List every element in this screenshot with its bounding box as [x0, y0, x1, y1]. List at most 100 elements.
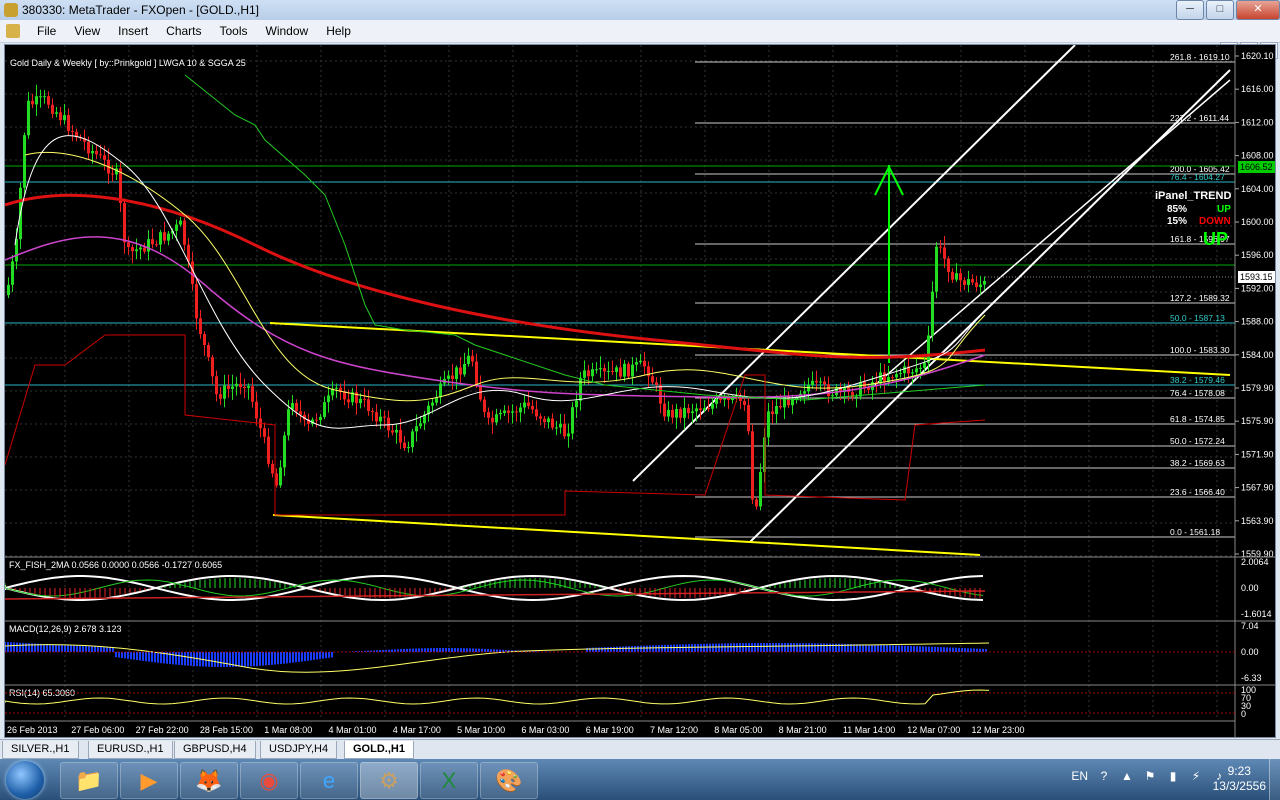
- candle-body: [319, 416, 322, 421]
- time-axis-label: 1 Mar 08:00: [264, 725, 312, 735]
- right-price-tag: 1606.52: [1240, 162, 1273, 172]
- candle-body: [111, 173, 114, 175]
- menu-window[interactable]: Window: [257, 24, 318, 38]
- candle-body: [227, 385, 230, 389]
- candle-body: [627, 363, 630, 377]
- price-axis-label: 1563.90: [1241, 516, 1274, 526]
- taskbar-paint-button[interactable]: 🎨: [480, 762, 538, 799]
- candle-body: [359, 398, 362, 404]
- clock-date: 13/3/2556: [1212, 779, 1266, 793]
- candle-body: [419, 423, 422, 427]
- candle-body: [691, 411, 694, 414]
- time-axis-label: 8 Mar 21:00: [779, 725, 827, 735]
- candle-body: [323, 402, 326, 417]
- taskbar: 📁 ▶ 🦊 ◉ e ⚙ X 🎨 EN ? ▲ ⚑ ▮ ⚡ ♪ 9:23 13/3/2556: [0, 759, 1280, 800]
- candle-body: [723, 398, 726, 400]
- candle-body: [831, 395, 834, 397]
- language-indicator[interactable]: EN: [1071, 769, 1088, 783]
- menu-charts[interactable]: Charts: [157, 24, 210, 38]
- window-title: 380330: MetaTrader - FXOpen - [GOLD.,H1]: [22, 3, 259, 17]
- fib-label: 23.6 - 1566.40: [1170, 487, 1225, 497]
- candle-body: [503, 410, 506, 414]
- indicator-label: MACD(12,26,9) 2.678 3.123: [9, 624, 122, 634]
- chart-window[interactable]: 261.8 - 1619.10 227.2 - 1611.44 200.0 - 16…: [4, 44, 1276, 738]
- price-axis-label: 1584.00: [1241, 350, 1274, 360]
- candle-body: [163, 232, 166, 241]
- chart-header-label: Gold Daily & Weekly [ by::Prinkgold ] LW…: [10, 58, 246, 68]
- tray-arrow-icon[interactable]: ▲: [1120, 769, 1134, 783]
- minimize-button[interactable]: ─: [1176, 0, 1204, 20]
- candle-body: [91, 150, 94, 154]
- maximize-button[interactable]: □: [1206, 0, 1234, 20]
- candle-body: [903, 366, 906, 374]
- help-icon[interactable]: ?: [1097, 769, 1111, 783]
- tab-gbpusd-h4[interactable]: GBPUSD,H4: [174, 741, 256, 759]
- fib-label: 100.0 - 1583.30: [1170, 345, 1230, 355]
- taskbar-media-player-button[interactable]: ▶: [120, 762, 178, 799]
- candle-body: [135, 249, 138, 252]
- menu-tools[interactable]: Tools: [211, 24, 257, 38]
- channel-upper-line: [632, 45, 1076, 482]
- tab-eurusd-h1[interactable]: EURUSD.,H1: [88, 741, 173, 759]
- menu-help[interactable]: Help: [317, 24, 360, 38]
- clock[interactable]: 9:23 13/3/2556: [1213, 764, 1266, 794]
- candle-body: [207, 345, 210, 358]
- taskbar-explorer-button[interactable]: 📁: [60, 762, 118, 799]
- candle-body: [543, 418, 546, 423]
- power-icon[interactable]: ⚡: [1189, 769, 1203, 783]
- taskbar-firefox-button[interactable]: 🦊: [180, 762, 238, 799]
- chart-document-icon[interactable]: [6, 24, 20, 38]
- candle-body: [159, 232, 162, 245]
- envelope-red-step: [5, 334, 986, 516]
- candle-body: [243, 387, 246, 389]
- tab-usdjpy-h4[interactable]: USDJPY,H4: [260, 741, 338, 759]
- ipanel-down-pct: 15%: [1167, 216, 1187, 227]
- paint-icon: 🎨: [495, 767, 523, 793]
- fib-label: 0.0 - 1561.18: [1170, 527, 1220, 537]
- tab-silver-h1[interactable]: SILVER.,H1: [2, 741, 79, 759]
- candle-body: [743, 400, 746, 406]
- tab-gold-h1[interactable]: GOLD.,H1: [344, 741, 414, 759]
- candle-body: [923, 362, 926, 368]
- price-axis-label: 1592.00: [1241, 283, 1274, 293]
- menu-view[interactable]: View: [65, 24, 109, 38]
- candle-body: [455, 367, 458, 380]
- candle-body: [755, 499, 758, 507]
- candle-body: [99, 154, 102, 156]
- candle-body: [223, 385, 226, 399]
- menu-file[interactable]: File: [28, 24, 65, 38]
- action-center-icon[interactable]: ⚑: [1143, 769, 1157, 783]
- candle-body: [563, 423, 566, 437]
- candle-body: [715, 398, 718, 404]
- candle-body: [827, 384, 830, 397]
- time-axis-label: 6 Mar 19:00: [586, 725, 634, 735]
- menu-insert[interactable]: Insert: [109, 24, 157, 38]
- candle-body: [347, 399, 350, 403]
- channel-lower-line: [749, 69, 1231, 543]
- price-axis-label: 1612.00: [1241, 117, 1274, 127]
- candle-body: [451, 375, 454, 380]
- support-trendline: [272, 514, 981, 556]
- candle-body: [751, 431, 754, 500]
- taskbar-chrome-button[interactable]: ◉: [240, 762, 298, 799]
- candle-body: [667, 409, 670, 417]
- rsi-line: [5, 689, 990, 705]
- clock-time: 9:23: [1227, 764, 1251, 778]
- candle-body: [431, 402, 434, 406]
- candle-body: [939, 246, 942, 248]
- taskbar-ie-button[interactable]: e: [300, 762, 358, 799]
- media-player-icon: ▶: [140, 767, 158, 793]
- network-icon[interactable]: ▮: [1166, 769, 1180, 783]
- taskbar-metatrader-button[interactable]: ⚙: [360, 762, 418, 799]
- start-button[interactable]: [6, 761, 44, 799]
- candle-body: [515, 411, 518, 413]
- close-button[interactable]: ✕: [1236, 0, 1280, 20]
- candle-body: [659, 384, 662, 404]
- firefox-icon: 🦊: [195, 767, 223, 793]
- taskbar-excel-button[interactable]: X: [420, 762, 478, 799]
- metatrader-app-icon: [4, 3, 18, 17]
- chart-canvas[interactable]: 261.8 - 1619.10227.2 - 1611.44200.0 - 16…: [5, 45, 1275, 737]
- show-desktop-button[interactable]: [1269, 759, 1280, 800]
- time-axis-label: 27 Feb 06:00: [71, 725, 124, 735]
- candle-body: [555, 427, 558, 429]
